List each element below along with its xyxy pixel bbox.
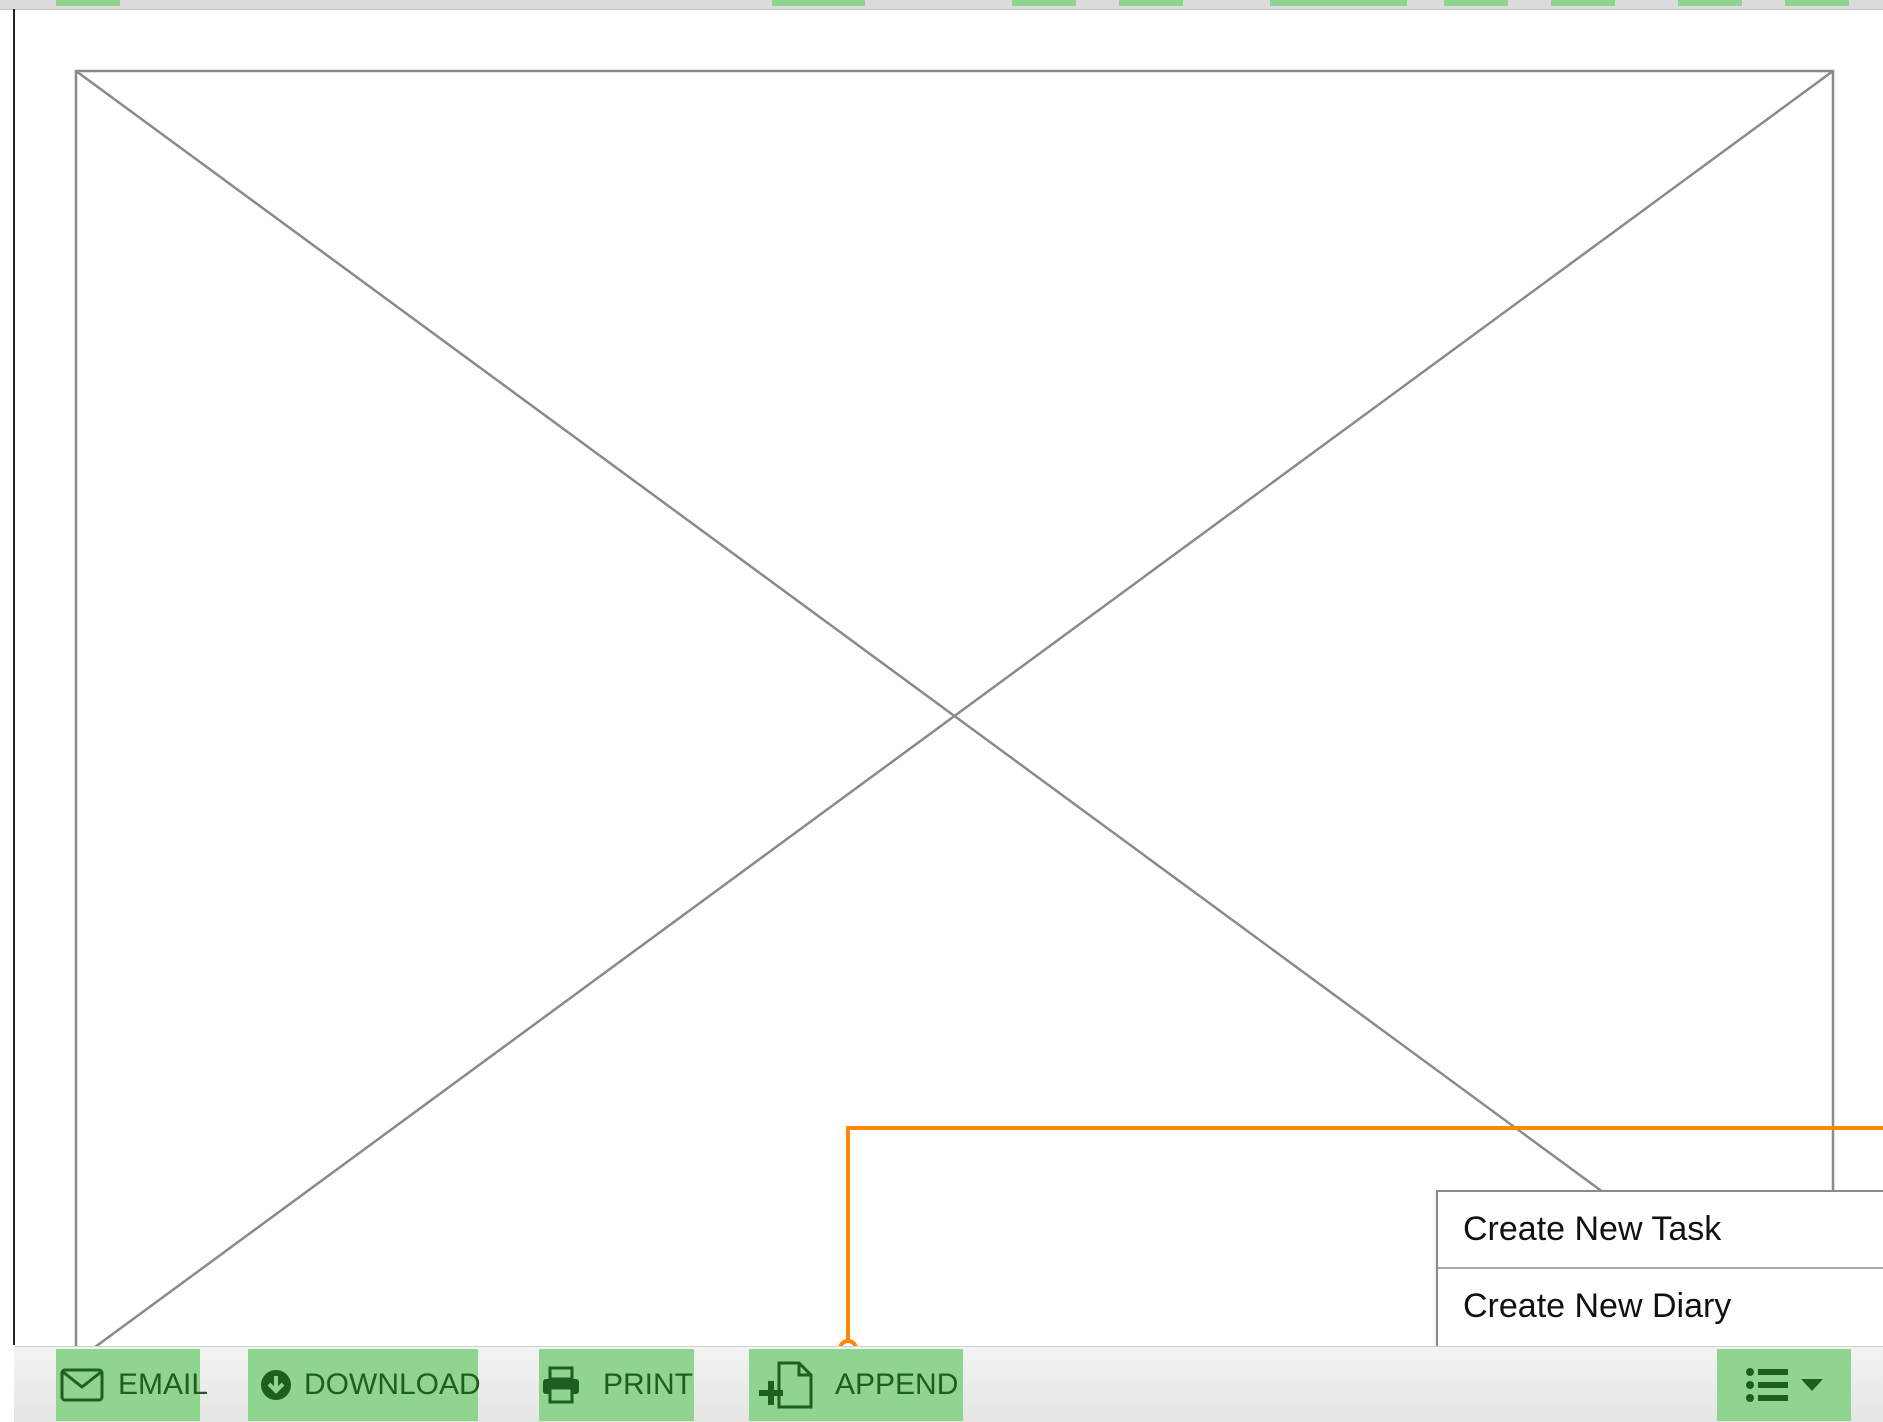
placeholder-frame <box>74 69 1835 1363</box>
download-button[interactable]: DOWNLOAD <box>248 1349 481 1421</box>
print-button[interactable]: PRINT <box>539 1349 694 1421</box>
top-tab[interactable] <box>772 0 865 6</box>
list-icon <box>1745 1366 1789 1404</box>
append-button[interactable]: APPEND <box>749 1349 963 1421</box>
top-tab[interactable] <box>1551 0 1615 6</box>
top-tab[interactable] <box>1012 0 1076 6</box>
envelope-icon <box>60 1368 104 1402</box>
placeholder-diagonal <box>75 69 1834 1363</box>
create-menu: Create New Task Create New Diary <box>1436 1190 1883 1348</box>
email-label: EMAIL <box>118 1368 209 1401</box>
print-label: PRINT <box>603 1368 693 1401</box>
top-tab[interactable] <box>1785 0 1849 6</box>
download-label: DOWNLOAD <box>304 1368 481 1401</box>
append-document-icon <box>759 1359 817 1411</box>
panel-left-border <box>13 9 15 1345</box>
menu-item-create-new-task[interactable]: Create New Task <box>1438 1192 1883 1267</box>
email-button[interactable]: EMAIL <box>56 1349 208 1421</box>
caret-down-icon <box>1801 1379 1823 1391</box>
top-tab[interactable] <box>1444 0 1508 6</box>
printer-icon <box>541 1366 581 1404</box>
top-tab[interactable] <box>56 0 120 6</box>
top-tab[interactable] <box>1270 0 1407 6</box>
top-tab[interactable] <box>1119 0 1183 6</box>
menu-item-create-new-diary[interactable]: Create New Diary <box>1438 1269 1883 1344</box>
top-tab[interactable] <box>1678 0 1742 6</box>
append-label: APPEND <box>835 1368 959 1401</box>
placeholder-diagonal <box>75 69 1834 1363</box>
more-actions-menu-button[interactable] <box>1717 1349 1851 1421</box>
download-circle-icon <box>260 1369 292 1401</box>
